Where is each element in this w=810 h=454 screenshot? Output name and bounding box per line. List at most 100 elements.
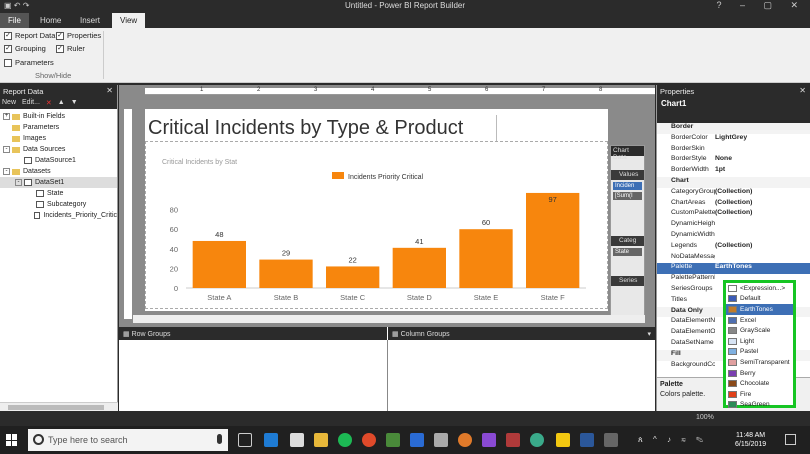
close-icon[interactable]: ✕ [799, 86, 806, 95]
ruler-checkbox[interactable]: ✓ Ruler [56, 44, 85, 53]
edit-button[interactable]: Edit... [22, 99, 40, 107]
taskbar-search[interactable]: Type here to search [28, 429, 228, 451]
data-label[interactable]: 48 [215, 230, 223, 239]
property-row[interactable]: Legends (Collection) [657, 242, 810, 253]
y-tick-label[interactable]: 80 [170, 206, 178, 215]
tree-item[interactable]: - Datasets [0, 166, 117, 177]
tree-item[interactable]: DataSource1 [0, 155, 117, 166]
palette-option[interactable]: SemiTransparent [726, 357, 793, 368]
palette-option[interactable]: Chocolate [726, 378, 793, 389]
chart-title[interactable]: Critical Incidents by Stat [162, 159, 237, 166]
property-row[interactable]: DynamicWidth [657, 231, 810, 242]
chart[interactable]: Critical Incidents by Stat Incidents Prio… [145, 141, 608, 309]
palette-option[interactable]: Default [726, 294, 793, 305]
property-row[interactable]: CategoryGroups(Collection) [657, 188, 810, 199]
palette-option[interactable]: Pastel [726, 347, 793, 358]
property-row[interactable]: ChartAreas (Collection) [657, 199, 810, 210]
x-tick-label[interactable]: State B [274, 293, 299, 302]
report-data-checkbox[interactable]: ✓ Report Data [4, 31, 55, 40]
value-expression-item[interactable]: [Sum(I [613, 192, 642, 200]
property-value[interactable]: LightGrey [715, 134, 810, 145]
word-icon[interactable] [580, 433, 594, 447]
y-tick-label[interactable]: 0 [174, 284, 178, 293]
tree-item[interactable]: State [0, 188, 117, 199]
palette-option[interactable]: EarthTones [726, 304, 793, 315]
palette-option[interactable]: <Expression...> [726, 283, 793, 294]
y-tick-label[interactable]: 60 [170, 225, 178, 234]
tree-item[interactable]: Parameters [0, 122, 117, 133]
property-row[interactable]: Palette EarthTones [657, 263, 810, 275]
category-section-header[interactable]: Categ [611, 236, 644, 246]
property-row[interactable]: BorderSkin [657, 145, 810, 156]
tree-item[interactable]: Incidents_Priority_Critic [0, 210, 117, 221]
values-section-header[interactable]: Values [611, 170, 644, 180]
tab-insert[interactable]: Insert [72, 13, 108, 28]
chart-svg[interactable]: Critical Incidents by Stat Incidents Prio… [146, 142, 609, 310]
report-title[interactable]: Critical Incidents by Type & Product [148, 117, 463, 140]
property-value[interactable]: (Collection) [715, 242, 810, 253]
mail-icon[interactable] [290, 433, 304, 447]
y-tick-label[interactable]: 20 [170, 264, 178, 273]
design-horizontal-scrollbar[interactable] [133, 315, 645, 323]
palette-option[interactable]: Excel [726, 315, 793, 326]
x-tick-label[interactable]: State C [340, 293, 366, 302]
zoom-level[interactable]: 100% [696, 414, 714, 421]
close-icon[interactable]: ✕ [106, 86, 113, 95]
bar[interactable] [259, 259, 313, 288]
bar[interactable] [526, 192, 580, 288]
windows-start-icon[interactable] [6, 434, 18, 446]
expand-toggle-icon[interactable]: + [3, 113, 10, 120]
data-label[interactable]: 29 [282, 249, 290, 258]
properties-toolbar[interactable] [657, 109, 810, 123]
app-icon[interactable] [482, 433, 496, 447]
tree-item[interactable]: Images [0, 133, 117, 144]
data-label[interactable]: 97 [548, 195, 556, 204]
app-icon[interactable] [604, 433, 618, 447]
move-down-icon[interactable]: ▼ [71, 99, 78, 107]
legend-swatch[interactable] [332, 172, 344, 179]
app-icon[interactable] [506, 433, 520, 447]
property-value[interactable]: EarthTones [715, 263, 810, 274]
scrollbar-thumb[interactable] [8, 405, 104, 410]
spotify-icon[interactable] [338, 433, 352, 447]
clock[interactable]: 11:48 AM 6/15/2019 [735, 431, 766, 449]
palette-option[interactable]: SeaGreen [726, 400, 793, 411]
app-icon[interactable] [530, 433, 544, 447]
property-value[interactable] [715, 220, 810, 231]
property-category[interactable]: Border [657, 123, 810, 134]
property-row[interactable]: BorderStyle None [657, 155, 810, 166]
bar[interactable] [326, 266, 380, 288]
power-bi-report-builder-icon[interactable] [556, 433, 570, 447]
tree-item[interactable]: + Built-in Fields [0, 111, 117, 122]
tab-file[interactable]: File [0, 13, 29, 28]
tree-item[interactable]: - Data Sources [0, 144, 117, 155]
expand-toggle-icon[interactable]: - [3, 146, 10, 153]
tree-item[interactable]: - DataSet1 [0, 177, 117, 188]
data-label[interactable]: 60 [482, 218, 490, 227]
series-section-header[interactable]: Series [611, 276, 644, 286]
data-label[interactable]: 22 [348, 255, 356, 264]
system-tray-icons[interactable]: ጰ ^ ♪ ≋ ✎ [638, 435, 707, 445]
value-field-item[interactable]: Inciden [613, 182, 642, 190]
property-row[interactable]: DynamicHeight [657, 220, 810, 231]
palette-option[interactable]: Fire [726, 389, 793, 400]
notifications-icon[interactable] [785, 434, 796, 445]
dropdown-arrow-icon[interactable]: ▾ [647, 330, 651, 338]
x-tick-label[interactable]: State D [407, 293, 433, 302]
tree-item[interactable]: Subcategory [0, 199, 117, 210]
delete-icon[interactable]: ✕ [46, 99, 52, 107]
bar[interactable] [392, 247, 446, 288]
microphone-icon[interactable] [217, 434, 222, 444]
property-value[interactable] [715, 145, 810, 156]
palette-option[interactable]: Berry [726, 368, 793, 379]
x-tick-label[interactable]: State E [474, 293, 499, 302]
bar[interactable] [459, 229, 513, 288]
palette-option[interactable]: Light [726, 336, 793, 347]
data-label[interactable]: 41 [415, 237, 423, 246]
property-category[interactable]: Chart [657, 176, 810, 188]
property-value[interactable]: None [715, 155, 810, 166]
chrome-icon[interactable] [362, 433, 376, 447]
parameters-checkbox[interactable]: Parameters [4, 58, 54, 67]
app-icon[interactable] [410, 433, 424, 447]
expand-toggle-icon[interactable]: - [15, 179, 22, 186]
